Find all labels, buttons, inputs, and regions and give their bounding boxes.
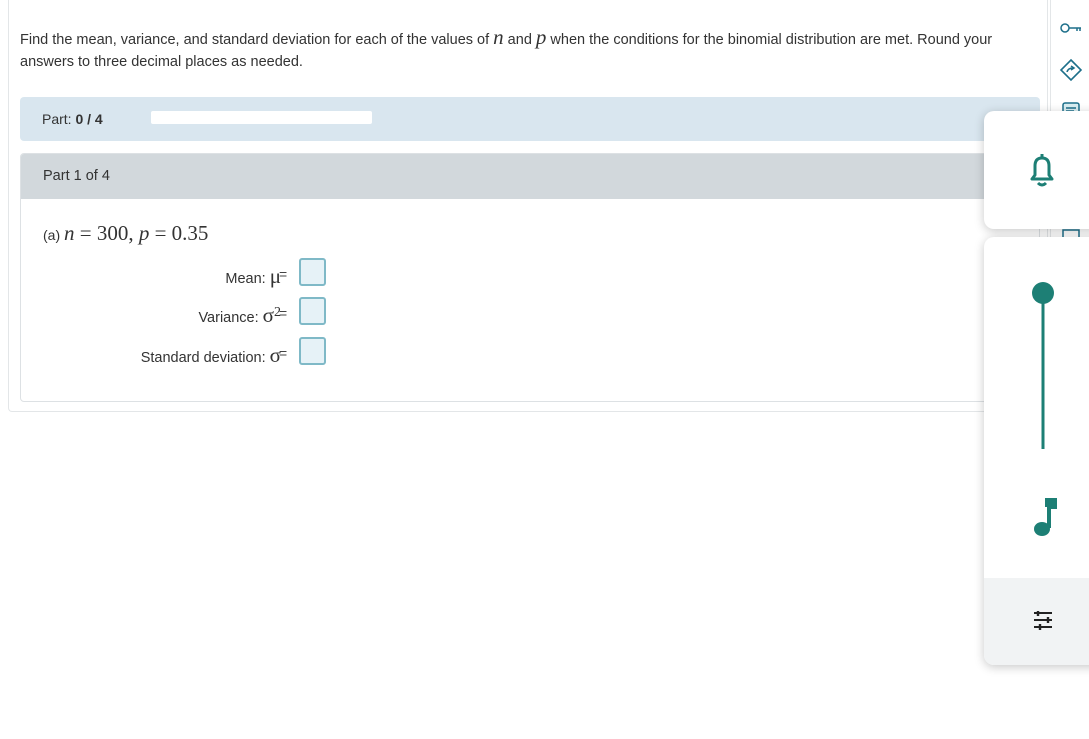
var-p: p xyxy=(535,25,547,49)
bell-icon[interactable] xyxy=(1027,152,1057,193)
part-progress-bar: Part: 0 / 4 xyxy=(20,97,1040,141)
slider-knob[interactable] xyxy=(1032,282,1054,304)
tag-arrow-icon[interactable] xyxy=(1057,56,1085,84)
sigma-symbol: σ xyxy=(262,303,274,327)
notification-panel xyxy=(984,111,1089,229)
variance-input[interactable] xyxy=(299,297,326,325)
variance-row: Variance: σ2 = xyxy=(21,297,341,327)
music-note-icon[interactable] xyxy=(1031,496,1057,543)
mean-row: Mean: μ = xyxy=(21,258,341,288)
progress-track xyxy=(151,111,372,124)
part-panel: Part 1 of 4 (a) n = 300, p = 0.35 Mean: … xyxy=(20,153,1040,402)
key-icon[interactable] xyxy=(1057,14,1085,42)
volume-slider[interactable] xyxy=(1030,281,1056,456)
progress-label: Part: 0 / 4 xyxy=(42,111,103,127)
part-header: Part 1 of 4 xyxy=(21,154,1039,199)
media-panel xyxy=(984,237,1089,665)
part-title: Part 1 of 4 xyxy=(43,168,110,184)
settings-area xyxy=(984,578,1089,665)
std-dev-input[interactable] xyxy=(299,337,326,365)
var-n: n xyxy=(493,25,504,49)
subquestion-a: (a) n = 300, p = 0.35 xyxy=(43,221,209,245)
settings-tune-icon[interactable] xyxy=(1031,608,1055,637)
mean-input[interactable] xyxy=(299,258,326,286)
question-prompt: Find the mean, variance, and standard de… xyxy=(20,25,993,70)
std-dev-row: Standard deviation: σ = xyxy=(21,337,341,367)
